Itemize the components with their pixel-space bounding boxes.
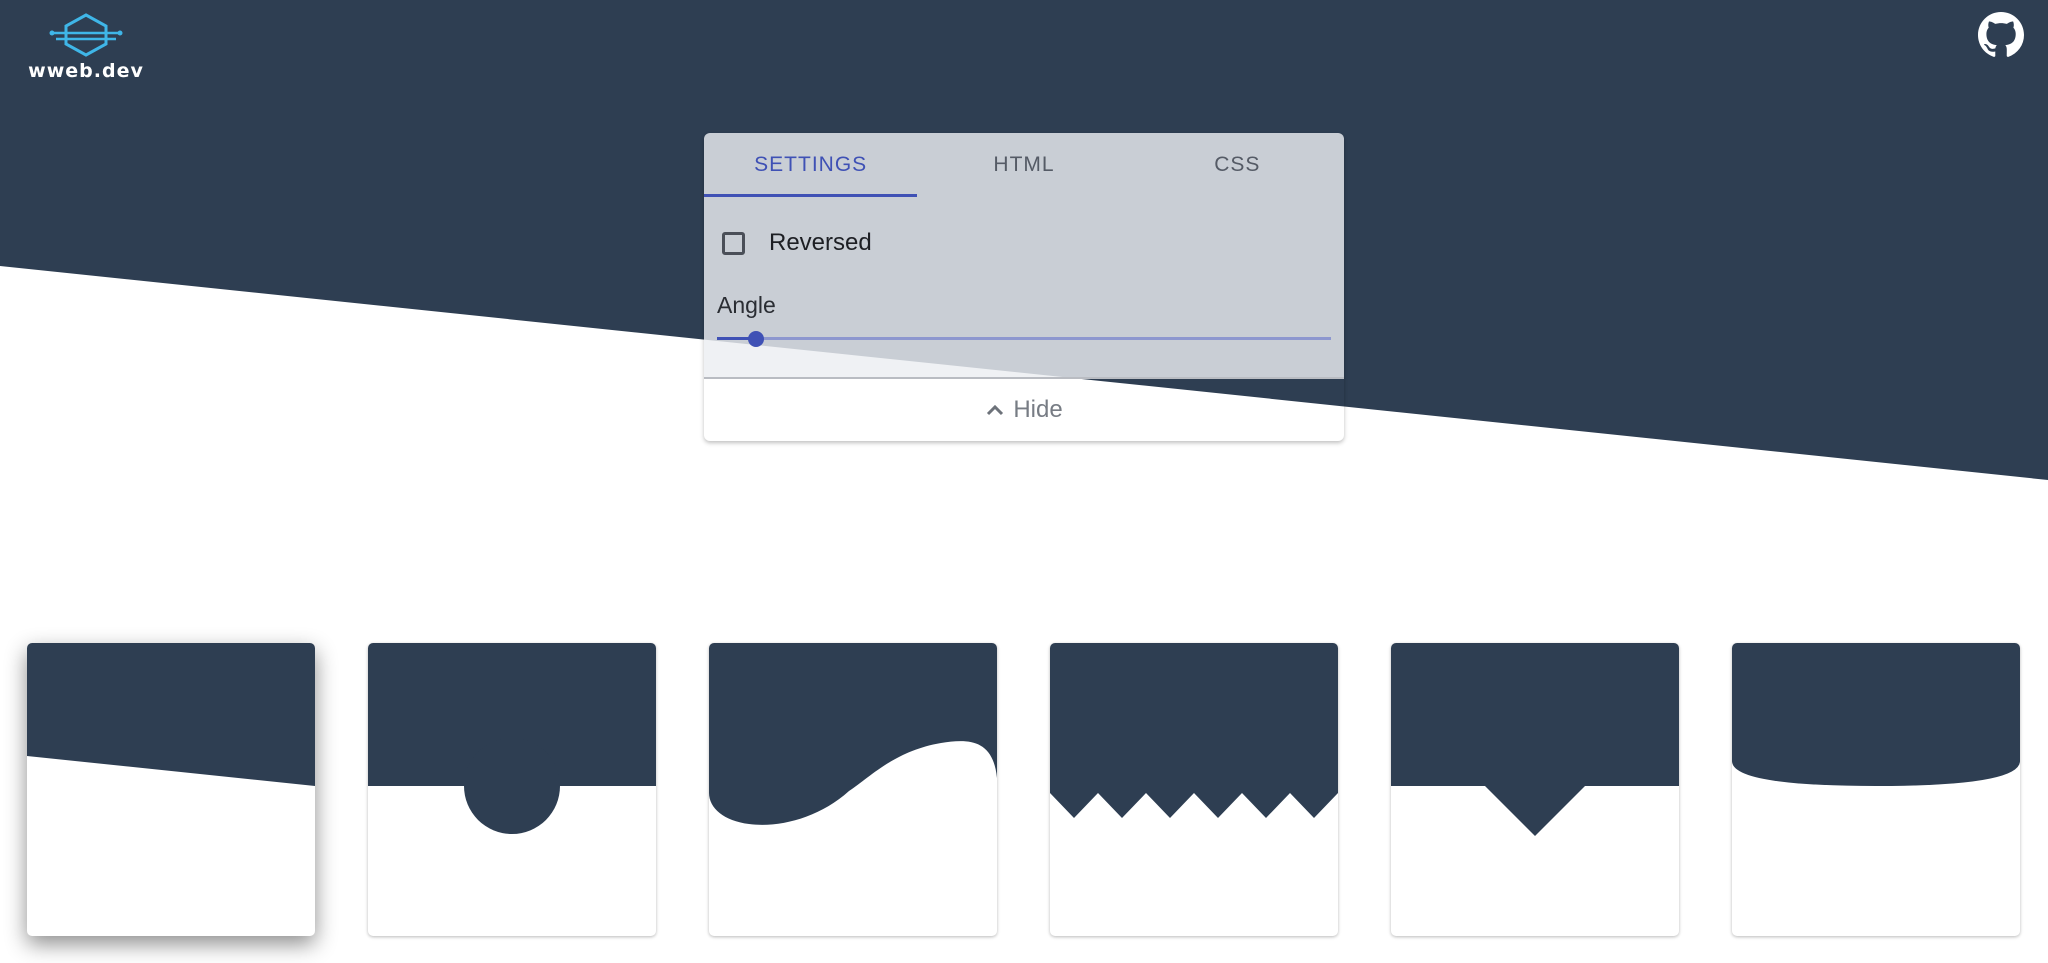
curve-divider-card[interactable]	[1732, 643, 2020, 936]
hide-button[interactable]: Hide	[704, 379, 1344, 441]
page: wweb.dev SETTINGS HTML CSS Reversed Hide…	[0, 0, 2048, 963]
wave-divider-card[interactable]	[709, 643, 997, 936]
tab-bar: SETTINGS HTML CSS	[704, 133, 1344, 197]
hide-label: Hide	[1013, 396, 1063, 423]
curve-divider-preview	[1732, 643, 2020, 786]
slider-thumb[interactable]	[748, 331, 764, 347]
reversed-label: Reversed	[769, 229, 872, 256]
tab-css[interactable]: CSS	[1131, 133, 1344, 197]
circle-divider-preview	[368, 643, 656, 834]
triangle-divider-preview	[1391, 643, 1679, 836]
github-icon[interactable]	[1978, 12, 2024, 58]
wave-divider-preview	[709, 643, 997, 825]
triangle-divider-card[interactable]	[1391, 643, 1679, 936]
settings-panel: SETTINGS HTML CSS Reversed Hide	[704, 133, 1344, 441]
circle-divider-card[interactable]	[368, 643, 656, 936]
site-logo[interactable]: wweb.dev	[28, 12, 144, 82]
hexagon-circuit-logo-icon	[49, 13, 123, 57]
divider-gallery	[27, 643, 2027, 937]
angle-label: Angle	[717, 292, 776, 318]
slider-track	[717, 337, 1331, 340]
slant-divider-preview	[27, 643, 315, 786]
tab-settings[interactable]: SETTINGS	[704, 133, 918, 197]
reversed-checkbox[interactable]	[722, 231, 745, 255]
zigzag-divider-card[interactable]	[1050, 643, 1338, 936]
reversed-option[interactable]: Reversed	[722, 229, 872, 257]
slant-divider-card[interactable]	[27, 643, 315, 936]
angle-slider[interactable]	[717, 331, 1331, 347]
logo-text: wweb.dev	[28, 60, 144, 82]
zigzag-divider-preview	[1050, 643, 1338, 818]
chevron-up-icon	[987, 404, 1004, 416]
tab-html[interactable]: HTML	[917, 133, 1130, 197]
